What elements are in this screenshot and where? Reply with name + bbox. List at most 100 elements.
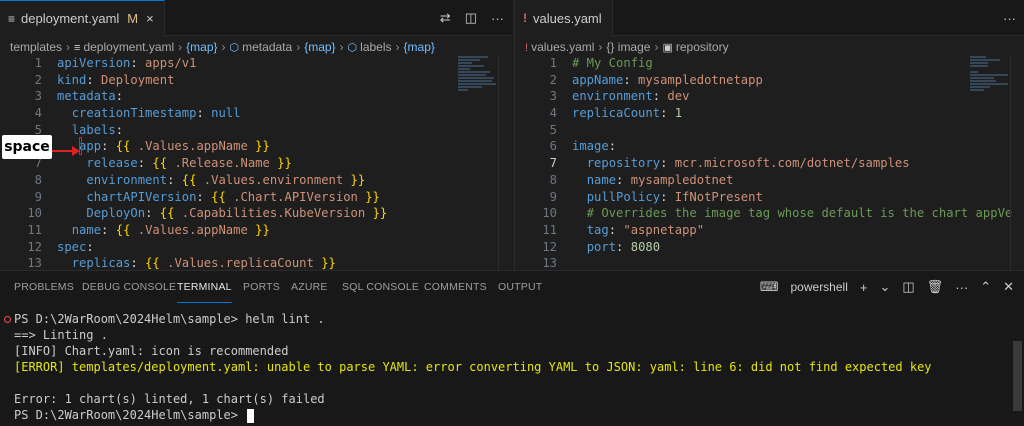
code-line[interactable]: 8 name: mysampledotnet xyxy=(515,172,1010,189)
breadcrumb-item[interactable]: {map} xyxy=(404,40,435,54)
code-line[interactable]: 1 apiVersion: apps/v1 xyxy=(0,55,498,72)
tab-deployment-yaml[interactable]: ≡ deployment.yaml M × xyxy=(0,0,165,36)
line-number: 10 xyxy=(27,206,42,221)
breadcrumb-item[interactable]: ! values.yaml xyxy=(525,40,594,54)
annotation-arrow-icon xyxy=(52,146,80,156)
code-line[interactable]: 13 xyxy=(515,255,1010,270)
code-line[interactable]: 1 # My Config xyxy=(515,55,1010,72)
code-line[interactable]: 7 release: {{ .Release.Name }} xyxy=(0,155,498,172)
code-text: metadata: xyxy=(57,89,124,104)
chevron-right-icon: › xyxy=(66,40,71,54)
code-line[interactable]: 2 appName: mysampledotnetapp xyxy=(515,72,1010,89)
code-area[interactable]: 1 # My Config 2 appName: mysampledotnetapp 3… xyxy=(515,55,1012,270)
code-line[interactable]: 7 repository: mcr.microsoft.com/dotnet/s… xyxy=(515,155,1010,172)
code-text: spec: xyxy=(57,239,94,254)
code-text: app: {{ .Values.appName }} xyxy=(79,139,270,154)
line-number: 10 xyxy=(542,206,557,221)
tab-ports[interactable]: PORTS xyxy=(243,271,280,303)
code-line[interactable]: 9 pullPolicy: IfNotPresent xyxy=(515,189,1010,206)
breadcrumb-item[interactable]: {map} xyxy=(186,40,217,54)
more-actions-icon[interactable]: ··· xyxy=(1003,11,1016,26)
tab-comments[interactable]: COMMENTS xyxy=(424,271,487,303)
object-icon: ⬡ xyxy=(347,42,358,54)
code-text: environment: dev xyxy=(572,89,690,104)
right-editor-group: ! values.yaml ··· ! values.yaml ›{} image ›… xyxy=(514,0,1024,270)
code-area[interactable]: 1 apiVersion: apps/v1 2 kind: Deployment 3 me… xyxy=(0,55,498,270)
code-line[interactable]: 5 labels: xyxy=(0,122,498,139)
lines-icon: ≡ xyxy=(8,11,16,26)
chevron-right-icon: › xyxy=(296,40,301,54)
close-panel-icon[interactable]: ✕ xyxy=(1003,279,1014,295)
more-actions-icon[interactable]: ··· xyxy=(955,280,968,295)
line-number: 7 xyxy=(549,156,557,171)
minimap[interactable] xyxy=(458,55,498,115)
breadcrumb-item[interactable]: ▣ repository xyxy=(662,40,728,54)
annotation-label: space xyxy=(2,135,52,159)
code-line[interactable]: 3 environment: dev xyxy=(515,88,1010,105)
code-line[interactable]: 4 replicaCount: 1 xyxy=(515,105,1010,122)
terminal-line: [ERROR] templates/deployment.yaml: unabl… xyxy=(14,360,932,374)
split-terminal-icon[interactable]: ◫ xyxy=(902,279,914,295)
code-line[interactable]: 9 chartAPIVersion: {{ .Chart.APIVersion … xyxy=(0,189,498,206)
code-line[interactable]: 2 kind: Deployment xyxy=(0,72,498,89)
code-line[interactable]: 12 port: 8080 xyxy=(515,239,1010,256)
terminal-line: PS D:\2WarRoom\2024Helm\sample> helm lin… xyxy=(0,311,1010,327)
breadcrumb-item[interactable]: ⬡ metadata xyxy=(230,40,293,54)
code-line[interactable]: 12 spec: xyxy=(0,239,498,256)
chevron-up-icon[interactable]: ⌃ xyxy=(980,279,991,295)
terminal-scrollbar[interactable] xyxy=(1013,341,1022,411)
tab-azure[interactable]: AZURE xyxy=(291,271,328,303)
shell-name[interactable]: powershell xyxy=(791,280,848,294)
terminal-line: ==> Linting . xyxy=(14,328,108,342)
code-line[interactable]: 11 name: {{ .Values.appName }} xyxy=(0,222,498,239)
breadcrumb-item[interactable]: {} image xyxy=(606,40,650,54)
tab-problems[interactable]: PROBLEMS xyxy=(14,271,74,303)
code-line[interactable]: 10 DeployOn: {{ .Capabilities.KubeVersio… xyxy=(0,205,498,222)
chevron-down-icon[interactable]: ⌄ xyxy=(879,279,890,295)
vertical-scrollbar[interactable] xyxy=(1010,55,1024,270)
code-line[interactable]: 8 environment: {{ .Values.environment }} xyxy=(0,172,498,189)
line-number: 11 xyxy=(542,222,557,237)
breadcrumb-item[interactable]: templates xyxy=(10,40,62,54)
line-number: 11 xyxy=(27,222,42,237)
trash-icon[interactable]: 🗑 xyxy=(927,279,944,295)
breadcrumb-item[interactable]: {map} xyxy=(304,40,335,54)
left-tab-bar: ≡ deployment.yaml M × ⇄ ◫ ··· xyxy=(0,0,512,36)
code-line[interactable]: 6 image: xyxy=(515,138,1010,155)
chevron-right-icon: › xyxy=(395,40,400,54)
new-terminal-icon[interactable]: + xyxy=(860,280,868,295)
code-text: image: xyxy=(572,139,617,154)
tab-debug-console[interactable]: DEBUG CONSOLE xyxy=(82,271,176,303)
open-changes-icon[interactable]: ⇄ xyxy=(440,10,451,26)
breadcrumb-item[interactable]: ⬡ labels xyxy=(348,40,392,54)
code-line[interactable]: 10 # Overrides the image tag whose defau… xyxy=(515,205,1012,222)
error-dot-icon xyxy=(4,316,11,323)
chevron-right-icon: › xyxy=(598,40,603,54)
tab-terminal[interactable]: TERMINAL xyxy=(177,271,232,303)
line-number: 13 xyxy=(27,256,42,270)
code-text: tag: "aspnetapp" xyxy=(586,222,705,237)
code-line[interactable]: 13 replicas: {{ .Values.replicaCount }} xyxy=(0,255,498,270)
more-actions-icon[interactable]: ··· xyxy=(491,11,504,26)
line-number: 4 xyxy=(34,106,42,121)
split-editor-icon[interactable]: ◫ xyxy=(465,10,477,26)
line-number: 9 xyxy=(34,189,42,204)
line-number: 12 xyxy=(542,239,557,254)
close-icon[interactable]: × xyxy=(146,11,154,26)
code-line[interactable]: 3 metadata: xyxy=(0,88,498,105)
code-text: pullPolicy: IfNotPresent xyxy=(586,189,763,204)
code-text: DeployOn: {{ .Capabilities.KubeVersion }… xyxy=(86,206,388,221)
line-number: 1 xyxy=(34,56,42,70)
terminal-output[interactable]: PS D:\2WarRoom\2024Helm\sample> helm lin… xyxy=(0,311,1010,423)
code-line[interactable]: 11 tag: "aspnetapp" xyxy=(515,222,1010,239)
code-text: # My Config xyxy=(572,56,653,70)
tab-output[interactable]: OUTPUT xyxy=(498,271,542,303)
code-line[interactable]: 5 xyxy=(515,122,1010,139)
tab-sql-console[interactable]: SQL CONSOLE xyxy=(342,271,419,303)
tab-values-yaml[interactable]: ! values.yaml xyxy=(515,0,613,36)
minimap[interactable] xyxy=(970,55,1010,115)
breadcrumb-item[interactable]: ≡ deployment.yaml xyxy=(74,40,174,54)
code-line[interactable]: 4 creationTimestamp: null xyxy=(0,105,498,122)
vertical-scrollbar[interactable] xyxy=(498,55,512,270)
line-number: 13 xyxy=(542,256,557,270)
